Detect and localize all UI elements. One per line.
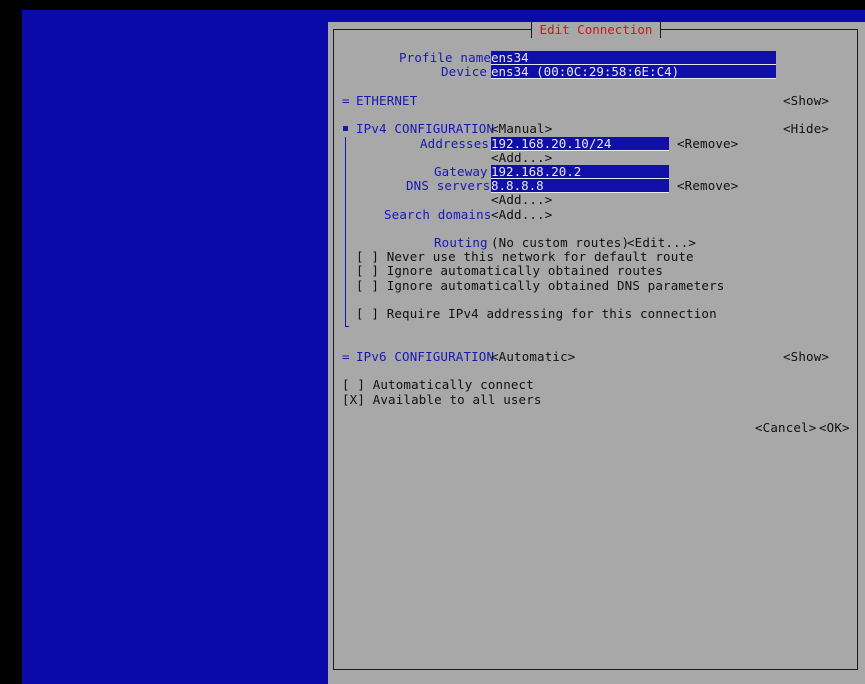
routing-edit-button[interactable]: <Edit...> bbox=[627, 236, 696, 250]
ipv4-section-bracket bbox=[345, 137, 346, 327]
ipv4-section-label: IPv4 CONFIGURATION bbox=[356, 121, 495, 136]
require-ipv4-checkbox[interactable]: [ ] Require IPv4 addressing for this con… bbox=[356, 307, 717, 321]
routing-label: Routing bbox=[434, 235, 488, 250]
ipv6-section-label: IPv6 CONFIGURATION bbox=[356, 349, 495, 364]
ethernet-marker: = bbox=[342, 93, 350, 108]
ipv6-marker: = bbox=[342, 349, 350, 364]
device-label: Device bbox=[441, 64, 488, 79]
dns-remove-button[interactable]: <Remove> bbox=[677, 179, 738, 193]
addresses-label: Addresses bbox=[420, 136, 490, 151]
ethernet-show-button[interactable]: <Show> bbox=[783, 94, 829, 108]
ipv4-hide-button[interactable]: <Hide> bbox=[783, 122, 829, 136]
gateway-label: Gateway bbox=[434, 164, 488, 179]
search-domains-label: Search domains bbox=[384, 207, 492, 222]
dns-servers-label: DNS servers bbox=[406, 178, 491, 193]
routing-value: (No custom routes) bbox=[491, 235, 630, 250]
ipv6-show-button[interactable]: <Show> bbox=[783, 350, 829, 364]
terminal-screen: Edit Connection Profile name ens34 Devic… bbox=[0, 0, 865, 684]
dns-server-input[interactable]: 8.8.8.8 bbox=[491, 179, 669, 193]
search-domains-add-button[interactable]: <Add...> bbox=[491, 208, 552, 222]
auto-connect-checkbox[interactable]: [ ] Automatically connect bbox=[342, 378, 534, 392]
ok-button[interactable]: <OK> bbox=[819, 421, 850, 435]
dialog-title: Edit Connection bbox=[539, 22, 653, 37]
profile-name-label: Profile name bbox=[399, 50, 492, 65]
device-input[interactable]: ens34 (00:0C:29:58:6E:C4) bbox=[491, 65, 776, 79]
gateway-input[interactable]: 192.168.20.2 bbox=[491, 165, 669, 179]
address-input[interactable]: 192.168.20.10/24 bbox=[491, 137, 669, 151]
address-remove-button[interactable]: <Remove> bbox=[677, 137, 738, 151]
ipv6-method-select[interactable]: <Automatic> bbox=[491, 350, 575, 364]
dns-add-button[interactable]: <Add...> bbox=[491, 193, 552, 207]
ipv4-section-bracket-end bbox=[345, 326, 349, 327]
never-default-route-checkbox[interactable]: [ ] Never use this network for default r… bbox=[356, 250, 694, 264]
address-add-button[interactable]: <Add...> bbox=[491, 151, 552, 165]
cancel-button[interactable]: <Cancel> bbox=[755, 421, 816, 435]
ethernet-section-label: ETHERNET bbox=[356, 93, 418, 108]
all-users-checkbox[interactable]: [X] Available to all users bbox=[342, 393, 542, 407]
profile-name-input[interactable]: ens34 bbox=[491, 51, 776, 65]
ignore-dns-checkbox[interactable]: [ ] Ignore automatically obtained DNS pa… bbox=[356, 279, 724, 293]
ipv4-method-select[interactable]: <Manual> bbox=[491, 122, 552, 136]
ignore-routes-checkbox[interactable]: [ ] Ignore automatically obtained routes bbox=[356, 264, 663, 278]
dialog-title-box: Edit Connection bbox=[531, 22, 661, 38]
ipv4-section-bullet bbox=[343, 126, 348, 131]
